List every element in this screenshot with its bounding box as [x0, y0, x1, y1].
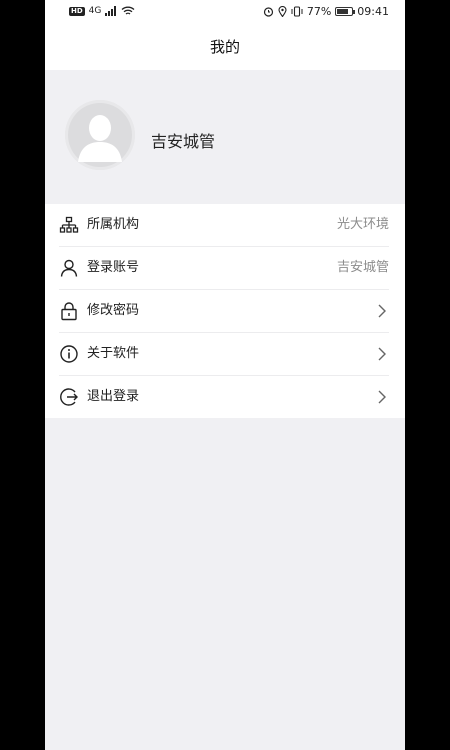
logout-icon — [60, 388, 78, 406]
info-icon — [60, 345, 78, 363]
status-left: HD 4G — [69, 6, 135, 16]
profile-section: 吉安城管 — [45, 70, 405, 204]
signal-icon — [105, 6, 117, 16]
lock-icon — [61, 302, 77, 321]
battery-icon — [335, 7, 356, 16]
avatar[interactable] — [65, 100, 135, 170]
status-bar: HD 4G 77% 09:41 — [45, 0, 405, 24]
battery-percent: 77% — [306, 5, 332, 18]
phone-screen: HD 4G 77% 09:41 我的 吉安城管 所属机构 光大环境 登录账号 吉… — [45, 0, 405, 750]
chevron-right-icon — [378, 347, 386, 361]
menu-item-label: 退出登录 — [87, 389, 140, 404]
clock: 09:41 — [357, 5, 389, 18]
menu-item-label: 登录账号 — [87, 260, 140, 275]
hd-badge: HD — [69, 6, 85, 16]
user-icon — [60, 259, 78, 277]
wifi-icon — [121, 6, 135, 15]
network-type: 4G — [88, 6, 102, 16]
status-right: 77% 09:41 — [263, 5, 389, 18]
default-avatar-icon — [65, 100, 135, 170]
chevron-right-icon — [378, 304, 386, 318]
battery-fill — [337, 9, 349, 14]
location-icon — [278, 6, 287, 17]
menu-item-about[interactable]: 关于软件 — [59, 333, 389, 376]
chevron-right-icon — [378, 390, 386, 404]
menu-item-label: 修改密码 — [87, 303, 140, 318]
profile-name: 吉安城管 — [151, 132, 216, 151]
menu-item-label: 所属机构 — [87, 217, 140, 232]
page-title: 我的 — [45, 24, 405, 70]
org-tree-icon — [59, 216, 79, 233]
settings-menu: 所属机构 光大环境 登录账号 吉安城管 修改密码 关于软件 退出登录 — [45, 204, 405, 418]
menu-item-value: 吉安城管 — [336, 260, 389, 275]
menu-item-change-password[interactable]: 修改密码 — [59, 290, 389, 333]
alarm-icon — [263, 7, 273, 17]
menu-item-logout[interactable]: 退出登录 — [59, 376, 389, 418]
menu-item-organization[interactable]: 所属机构 光大环境 — [59, 204, 389, 247]
menu-item-account[interactable]: 登录账号 吉安城管 — [59, 247, 389, 290]
vibrate-icon — [291, 6, 303, 17]
menu-item-value: 光大环境 — [336, 217, 389, 232]
menu-item-label: 关于软件 — [87, 346, 140, 361]
